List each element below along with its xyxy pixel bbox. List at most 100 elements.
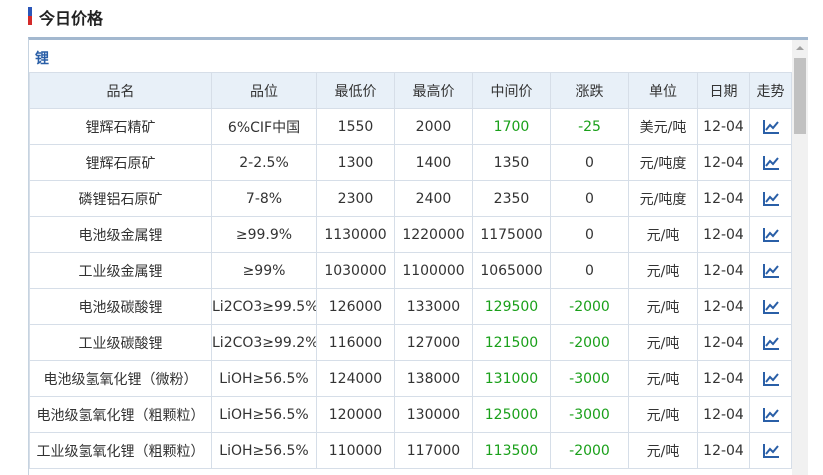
trend-link[interactable]	[749, 360, 792, 397]
scroll-thumb[interactable]	[794, 58, 806, 134]
mid-price: 1175000	[472, 216, 551, 253]
column-header: 品名	[29, 72, 212, 109]
date-cell: 12-04	[697, 396, 750, 433]
high-price: 130000	[394, 396, 473, 433]
title-marker	[28, 7, 32, 25]
column-header: 品位	[211, 72, 317, 109]
low-price: 2300	[316, 180, 395, 217]
unit-cell: 元/吨	[628, 432, 698, 469]
vertical-scrollbar[interactable]	[792, 40, 808, 475]
trend-link[interactable]	[749, 324, 792, 361]
table-row: 工业级碳酸锂 Li2CO3≥99.2% 116000 127000 121500 -200…	[29, 324, 792, 361]
column-header: 走势	[749, 72, 792, 109]
page-header: 今日价格	[0, 0, 823, 36]
column-header: 涨跌	[550, 72, 629, 109]
mid-price: 131000	[472, 360, 551, 397]
trend-chart-icon[interactable]	[762, 407, 780, 423]
price-change: -2000	[550, 324, 629, 361]
scroll-up-icon[interactable]	[792, 40, 808, 56]
grade-cell: LiOH≥56.5%	[211, 432, 317, 469]
trend-link[interactable]	[749, 108, 792, 145]
trend-link[interactable]	[749, 288, 792, 325]
product-name: 磷锂铝石原矿	[29, 180, 212, 217]
table-header-row: 品名 品位 最低价 最高价 中间价 涨跌 单位 日期 走势	[29, 72, 792, 109]
table-row: 工业级氢氧化锂（粗颗粒） LiOH≥56.5% 110000 117000 113500…	[29, 432, 792, 469]
product-name: 电池级氢氧化锂（微粉）	[29, 360, 212, 397]
date-cell: 12-04	[697, 216, 750, 253]
mid-price: 121500	[472, 324, 551, 361]
mid-price: 125000	[472, 396, 551, 433]
grade-cell: 6%CIF中国	[211, 108, 317, 145]
mid-price: 1065000	[472, 252, 551, 289]
product-name: 电池级碳酸锂	[29, 288, 212, 325]
trend-chart-icon[interactable]	[762, 227, 780, 243]
trend-link[interactable]	[749, 252, 792, 289]
unit-cell: 元/吨	[628, 324, 698, 361]
price-change: 0	[550, 216, 629, 253]
date-cell: 12-04	[697, 360, 750, 397]
unit-cell: 元/吨	[628, 288, 698, 325]
table-row: 锂辉石原矿 2-2.5% 1300 1400 1350 0 元/吨度 12-04	[29, 144, 792, 181]
trend-link[interactable]	[749, 396, 792, 433]
high-price: 1100000	[394, 252, 473, 289]
table-row: 电池级碳酸锂 Li2CO3≥99.5% 126000 133000 129500 -200…	[29, 288, 792, 325]
high-price: 1400	[394, 144, 473, 181]
high-price: 133000	[394, 288, 473, 325]
high-price: 127000	[394, 324, 473, 361]
date-cell: 12-04	[697, 180, 750, 217]
product-name: 锂辉石精矿	[29, 108, 212, 145]
product-name: 工业级碳酸锂	[29, 324, 212, 361]
low-price: 1130000	[316, 216, 395, 253]
trend-chart-icon[interactable]	[762, 299, 780, 315]
unit-cell: 美元/吨	[628, 108, 698, 145]
table-row: 工业级金属锂 ≥99% 1030000 1100000 1065000 0 元/吨 12-04	[29, 252, 792, 289]
section-label: 锂	[35, 51, 49, 67]
trend-link[interactable]	[749, 216, 792, 253]
trend-chart-icon[interactable]	[762, 155, 780, 171]
mid-price: 1700	[472, 108, 551, 145]
high-price: 138000	[394, 360, 473, 397]
trend-chart-icon[interactable]	[762, 335, 780, 351]
low-price: 120000	[316, 396, 395, 433]
unit-cell: 元/吨	[628, 252, 698, 289]
trend-chart-icon[interactable]	[762, 263, 780, 279]
grade-cell: 2-2.5%	[211, 144, 317, 181]
trend-chart-icon[interactable]	[762, 119, 780, 135]
trend-chart-icon[interactable]	[762, 371, 780, 387]
price-table: 品名 品位 最低价 最高价 中间价 涨跌 单位 日期 走势 锂辉石精矿 6%CIF中国 1550 20…	[29, 72, 792, 469]
price-panel: 锂 品名 品位 最低价 最高价 中间价 涨跌 单位 日期 走势 锂辉石精矿 6%CIF中国 1550…	[28, 37, 808, 475]
section-header: 锂	[29, 40, 791, 72]
low-price: 126000	[316, 288, 395, 325]
date-cell: 12-04	[697, 108, 750, 145]
product-name: 电池级氢氧化锂（粗颗粒）	[29, 396, 212, 433]
table-row: 锂辉石精矿 6%CIF中国 1550 2000 1700 -25 美元/吨 12-04	[29, 108, 792, 145]
product-name: 电池级金属锂	[29, 216, 212, 253]
date-cell: 12-04	[697, 432, 750, 469]
page-title: 今日价格	[39, 9, 104, 28]
date-cell: 12-04	[697, 324, 750, 361]
trend-link[interactable]	[749, 180, 792, 217]
table-row: 电池级金属锂 ≥99.9% 1130000 1220000 1175000 0 元/吨 12-…	[29, 216, 792, 253]
column-header: 单位	[628, 72, 698, 109]
product-name: 工业级氢氧化锂（粗颗粒）	[29, 432, 212, 469]
mid-price: 1350	[472, 144, 551, 181]
price-change: -25	[550, 108, 629, 145]
grade-cell: ≥99.9%	[211, 216, 317, 253]
date-cell: 12-04	[697, 144, 750, 181]
trend-chart-icon[interactable]	[762, 443, 780, 459]
trend-chart-icon[interactable]	[762, 191, 780, 207]
unit-cell: 元/吨度	[628, 180, 698, 217]
low-price: 124000	[316, 360, 395, 397]
table-row: 电池级氢氧化锂（微粉） LiOH≥56.5% 124000 138000 131000-…	[29, 360, 792, 397]
unit-cell: 元/吨	[628, 216, 698, 253]
column-header: 最高价	[394, 72, 473, 109]
trend-link[interactable]	[749, 432, 792, 469]
grade-cell: Li2CO3≥99.2%	[211, 324, 317, 361]
high-price: 2000	[394, 108, 473, 145]
table-row: 磷锂铝石原矿 7-8% 2300 2400 2350 0 元/吨度 12-04	[29, 180, 792, 217]
mid-price: 129500	[472, 288, 551, 325]
date-cell: 12-04	[697, 288, 750, 325]
trend-link[interactable]	[749, 144, 792, 181]
mid-price: 2350	[472, 180, 551, 217]
product-name: 锂辉石原矿	[29, 144, 212, 181]
